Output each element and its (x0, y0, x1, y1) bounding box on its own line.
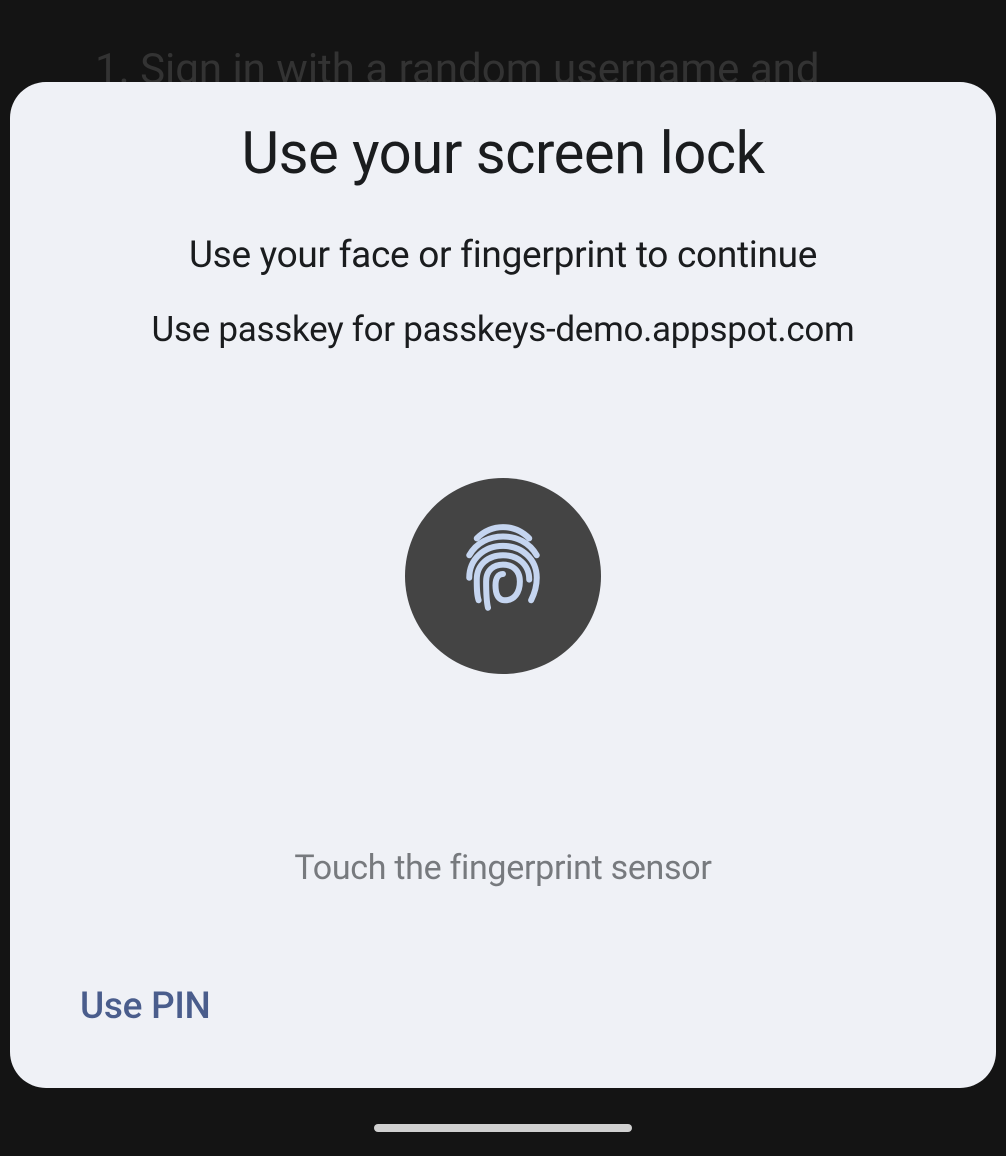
modal-subtitle: Use your face or fingerprint to continue (189, 234, 817, 277)
fingerprint-hint: Touch the fingerprint sensor (294, 848, 711, 888)
modal-context: Use passkey for passkeys-demo.appspot.co… (152, 309, 855, 350)
fingerprint-sensor[interactable] (405, 478, 601, 674)
home-indicator[interactable] (374, 1124, 632, 1132)
use-pin-button[interactable]: Use PIN (80, 985, 211, 1028)
fingerprint-icon (458, 519, 548, 633)
biometric-prompt-modal: Use your screen lock Use your face or fi… (10, 82, 996, 1088)
modal-title: Use your screen lock (241, 120, 764, 188)
